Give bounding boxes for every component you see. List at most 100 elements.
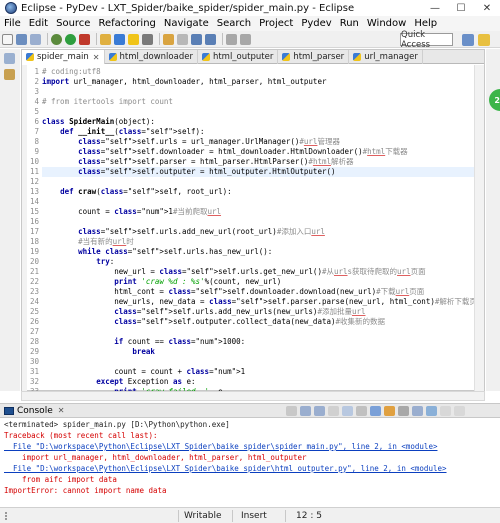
menu-navigate[interactable]: Navigate (164, 18, 209, 29)
minimize-view-icon[interactable] (440, 406, 451, 416)
tab-url-manager[interactable]: url_manager (349, 50, 423, 64)
maximize-view-icon[interactable] (454, 406, 465, 416)
code-line[interactable]: # from itertools import count (42, 97, 474, 107)
menu-file[interactable]: File (4, 18, 21, 29)
code-line[interactable]: class="self">self.parser = html_parser.H… (42, 157, 474, 167)
close-button[interactable]: ✕ (474, 0, 500, 16)
package-explorer-icon[interactable] (4, 69, 15, 80)
clear-console-icon[interactable] (328, 406, 339, 416)
tab-spider-main[interactable]: spider_main ✕ (22, 50, 105, 64)
code-line[interactable]: #当有新的url时 (42, 237, 474, 247)
code-line[interactable] (42, 357, 474, 367)
java-perspective-icon[interactable] (462, 34, 474, 46)
menu-help[interactable]: Help (414, 18, 437, 29)
code-line[interactable] (42, 177, 474, 187)
remove-all-icon[interactable] (314, 406, 325, 416)
code-line[interactable]: except Exception as e: (42, 377, 474, 387)
menu-source[interactable]: Source (56, 18, 90, 29)
code-line[interactable]: new_urls, new_data = class="self">self.p… (42, 297, 484, 307)
vertical-scrollbar[interactable] (474, 65, 484, 391)
traceback-file-link[interactable]: File "D:\workspace\Python\Eclipse\LXT_Sp… (4, 463, 496, 474)
code-line[interactable]: import url_manager, html_downloader, htm… (42, 77, 474, 87)
code-line[interactable]: class="self">self.outputer = html_output… (42, 167, 474, 177)
quick-access-field[interactable]: Quick Access (400, 30, 453, 50)
next-annotation-icon[interactable] (191, 33, 202, 45)
tab-html-outputer[interactable]: html_outputer (198, 50, 279, 64)
tab-html-parser[interactable]: html_parser (278, 50, 350, 64)
search-icon[interactable] (163, 33, 174, 45)
console-tab[interactable]: Console ✕ (4, 406, 64, 416)
maximize-button[interactable]: ☐ (448, 0, 474, 16)
new-file-icon[interactable] (2, 33, 13, 45)
menu-project[interactable]: Project (259, 18, 293, 29)
menu-run[interactable]: Run (340, 18, 359, 29)
code-line[interactable]: class="self">self.outputer.collect_data(… (42, 317, 474, 327)
code-line[interactable]: count = count + class="num">1 (42, 367, 474, 377)
code-line[interactable]: class="self">self.urls.add_new_url(root_… (42, 227, 474, 237)
code-line[interactable]: class="self">self.downloader = html_down… (42, 147, 474, 157)
show-on-error-icon[interactable] (384, 406, 395, 416)
debug-icon[interactable] (51, 33, 62, 45)
menu-refactoring[interactable]: Refactoring (98, 18, 155, 29)
back-icon[interactable] (226, 33, 237, 45)
menu-search[interactable]: Search (217, 18, 251, 29)
code-line[interactable]: class="self">self.urls.add_new_urls(new_… (42, 307, 474, 317)
code-line[interactable]: new_url = class="self">self.urls.get_new… (42, 267, 474, 277)
code-line[interactable]: if count == class="num">1000: (42, 337, 474, 347)
code-line[interactable]: html_cont = class="self">self.downloader… (42, 287, 474, 297)
new-module-icon[interactable] (114, 33, 125, 45)
code-line[interactable] (42, 327, 474, 337)
forward-icon[interactable] (240, 33, 251, 45)
code-line[interactable] (42, 197, 474, 207)
code-line[interactable]: def __init__(class="self">self): (42, 127, 474, 137)
status-insert-mode: Insert (241, 511, 267, 521)
horizontal-scrollbar[interactable] (21, 391, 485, 401)
display-console-icon[interactable] (412, 406, 423, 416)
console-view: Console ✕ <terminated> spider_main.py [D… (0, 403, 500, 507)
tab-close-icon[interactable]: ✕ (93, 53, 100, 62)
remove-launch-icon[interactable] (300, 406, 311, 416)
pydev-perspective-icon[interactable] (478, 34, 490, 46)
word-wrap-icon[interactable] (356, 406, 367, 416)
code-line[interactable] (42, 107, 474, 117)
code-line[interactable]: # coding:utf8 (42, 67, 474, 77)
external-tools-icon[interactable] (79, 33, 90, 45)
tab-label: html_parser (293, 52, 345, 62)
pydev-package-icon[interactable] (128, 33, 139, 45)
open-type-icon[interactable] (142, 33, 153, 45)
show-on-output-icon[interactable] (370, 406, 381, 416)
code-line[interactable] (42, 87, 474, 97)
console-close-icon[interactable]: ✕ (58, 406, 65, 415)
code-line[interactable]: try: (42, 257, 474, 267)
traceback-file-link[interactable]: File "D:\workspace\Python\Eclipse\LXT_Sp… (4, 441, 496, 452)
minimize-button[interactable]: — (422, 0, 448, 16)
menu-edit[interactable]: Edit (29, 18, 48, 29)
run-icon[interactable] (65, 33, 76, 45)
line-number: 15 (29, 207, 39, 216)
prev-annotation-icon[interactable] (205, 33, 216, 45)
status-divider (285, 510, 286, 522)
code-line[interactable]: class SpiderMain(object): (42, 117, 474, 127)
code-line[interactable]: def craw(class="self">self, root_url): (42, 187, 474, 197)
menu-window[interactable]: Window (367, 18, 406, 29)
code-line[interactable] (42, 217, 474, 227)
code-line[interactable]: print 'craw %d : %s'%(count, new_url) (42, 277, 474, 287)
line-number: 8 (34, 137, 39, 146)
scroll-lock-icon[interactable] (342, 406, 353, 416)
code-text[interactable]: # coding:utf8 import url_manager, html_do… (42, 67, 484, 397)
tab-html-downloader[interactable]: html_downloader (105, 50, 198, 64)
pin-console-icon[interactable] (398, 406, 409, 416)
save-all-icon[interactable] (30, 33, 41, 45)
terminate-icon[interactable] (286, 406, 297, 416)
menu-pydev[interactable]: Pydev (301, 18, 331, 29)
code-line[interactable]: count = class="num">1#当前爬取url (42, 207, 474, 217)
new-project-icon[interactable] (100, 33, 111, 45)
restore-view-icon[interactable] (4, 53, 15, 64)
pin-icon[interactable] (177, 33, 188, 45)
code-line[interactable]: while class="self">self.urls.has_new_url… (42, 247, 474, 257)
code-line[interactable]: break (42, 347, 474, 357)
code-line[interactable]: class="self">self.urls = url_manager.Url… (42, 137, 474, 147)
console-output[interactable]: <terminated> spider_main.py [D:\Python\p… (4, 419, 496, 496)
open-console-icon[interactable] (426, 406, 437, 416)
save-icon[interactable] (16, 33, 27, 45)
